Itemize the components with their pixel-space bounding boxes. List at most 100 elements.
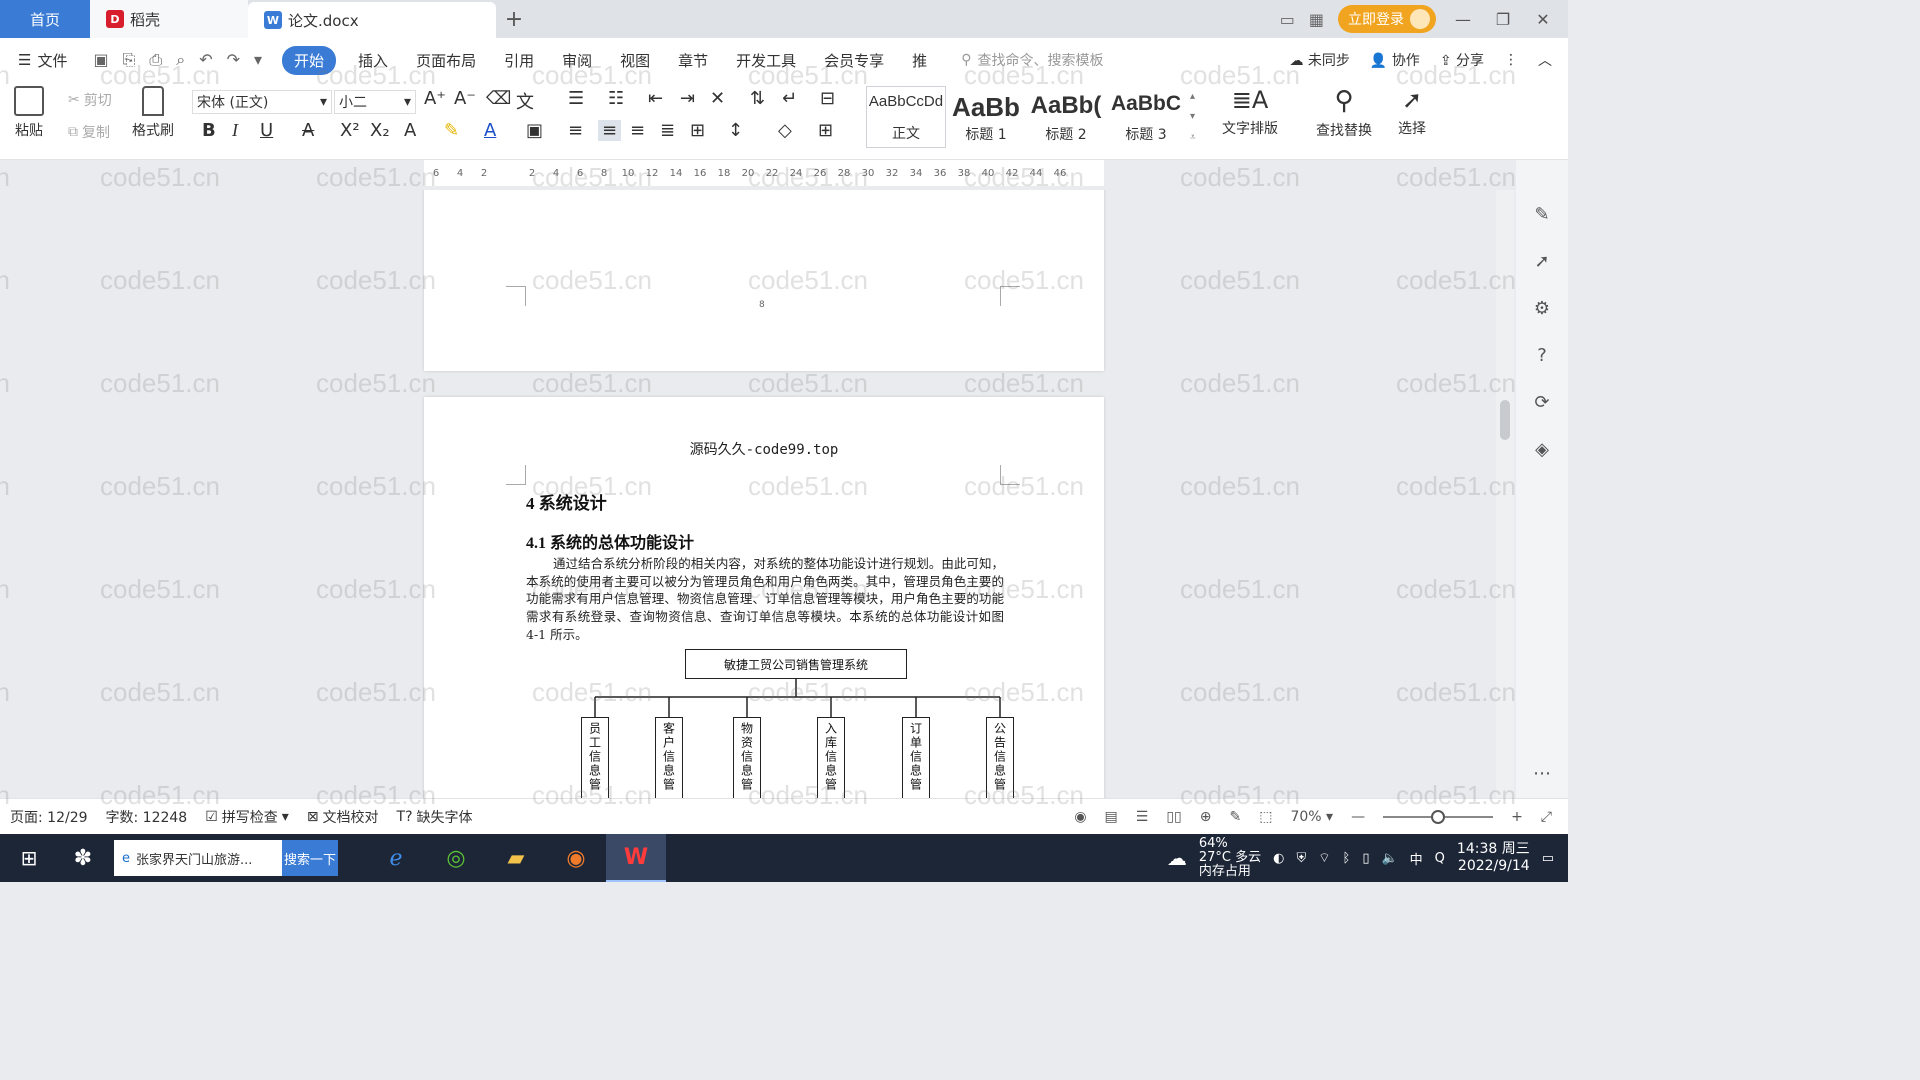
strikethrough-icon[interactable]: A: [302, 120, 314, 141]
pinwheel-icon[interactable]: ✽: [58, 834, 108, 882]
menu-page-layout[interactable]: 页面布局: [402, 50, 490, 71]
tray-app-icon[interactable]: ◐: [1273, 851, 1284, 866]
horizontal-ruler[interactable]: 6 4 2 2 4 6 8 10 12 14 16 18 20 22 24 26 28 30 32 34 36 38 40 4…: [424, 160, 1104, 186]
font-name-select[interactable]: 宋体 (正文) ▾: [192, 90, 332, 114]
more-dots-icon[interactable]: ⋯: [1533, 763, 1551, 784]
bluetooth-icon[interactable]: ᛒ: [1343, 851, 1351, 866]
login-button[interactable]: 立即登录: [1338, 5, 1436, 33]
word-count[interactable]: 字数: 12248: [106, 807, 188, 827]
format-painter-button[interactable]: 格式刷: [132, 86, 174, 140]
find-replace-button[interactable]: ⚲ 查找替换: [1316, 86, 1372, 140]
underline-icon[interactable]: U: [260, 120, 273, 141]
select-button[interactable]: ➚ 选择: [1398, 86, 1426, 138]
menu-file[interactable]: ☰ 文件: [0, 50, 81, 71]
share-button[interactable]: ⇪ 分享: [1440, 50, 1484, 70]
weather-widget[interactable]: 64% 27°C 多云 内存占用: [1199, 837, 1261, 879]
share-cloud-icon[interactable]: ◈: [1535, 439, 1549, 460]
export-icon[interactable]: ⎘: [123, 50, 136, 70]
text-effect-icon[interactable]: A: [404, 120, 416, 141]
style-scroll[interactable]: ▴ ▾ ⩡: [1186, 86, 1196, 148]
tab-document[interactable]: W 论文.docx: [248, 2, 496, 38]
pen-icon[interactable]: ✎: [1534, 204, 1549, 225]
taskbar-search[interactable]: e 张家界天门山旅游... 搜索一下: [114, 840, 338, 876]
reading-view-icon[interactable]: ▯▯: [1166, 809, 1181, 825]
ime-indicator[interactable]: 中: [1410, 849, 1423, 868]
vertical-scrollbar[interactable]: [1496, 190, 1514, 798]
distribute-icon[interactable]: ⊞: [690, 120, 705, 141]
justify-icon[interactable]: ≣: [660, 120, 675, 141]
save-icon[interactable]: ▣: [93, 50, 108, 70]
menu-references[interactable]: 引用: [490, 50, 548, 71]
wps-taskbar-icon[interactable]: W: [606, 834, 666, 882]
more-icon[interactable]: ⋮: [1504, 52, 1518, 68]
shrink-font-icon[interactable]: A⁻: [454, 88, 476, 109]
sync-button[interactable]: ☁ 未同步: [1289, 50, 1349, 70]
new-tab-button[interactable]: +: [496, 0, 532, 38]
highlight-icon[interactable]: ✎: [444, 120, 459, 141]
windows-start-icon[interactable]: ⊞: [0, 846, 58, 870]
collapse-ribbon-icon[interactable]: ︿: [1538, 50, 1552, 70]
fit-page-icon[interactable]: ⬚: [1259, 809, 1272, 825]
style-heading3[interactable]: AaBbC 标题 3: [1106, 86, 1186, 148]
undo-icon[interactable]: ↶: [199, 50, 212, 70]
ie-browser-icon[interactable]: ℯ: [366, 834, 426, 882]
page-view-icon[interactable]: ▤: [1105, 809, 1118, 825]
help-icon[interactable]: ?: [1537, 345, 1547, 366]
doc-proof-button[interactable]: ⊠ 文档校对: [307, 807, 379, 827]
print-preview-icon[interactable]: ⌕: [176, 50, 185, 70]
font-size-select[interactable]: 小二 ▾: [334, 90, 416, 114]
menu-review[interactable]: 审阅: [548, 50, 606, 71]
customize-icon[interactable]: ▾: [254, 50, 262, 70]
command-search[interactable]: ⚲ 查找命令、搜索模板: [961, 50, 1103, 70]
collab-button[interactable]: 👤 协作: [1370, 50, 1420, 70]
pinyin-icon[interactable]: 文: [516, 88, 534, 114]
notification-icon[interactable]: ▭: [1542, 851, 1554, 866]
align-left-icon[interactable]: ≡: [568, 120, 583, 141]
menu-developer[interactable]: 开发工具: [722, 50, 810, 71]
chinese-layout-icon[interactable]: ✕: [710, 88, 725, 109]
numbered-list-icon[interactable]: ☷: [608, 88, 624, 109]
write-view-icon[interactable]: ✎: [1229, 809, 1241, 825]
style-normal[interactable]: AaBbCcDd 正文: [866, 86, 946, 148]
menu-member[interactable]: 会员专享: [810, 50, 898, 71]
missing-font-button[interactable]: T? 缺失字体: [397, 807, 473, 827]
grow-font-icon[interactable]: A⁺: [424, 88, 446, 109]
style-heading2[interactable]: AaBb( 标题 2: [1026, 86, 1106, 148]
style-heading1[interactable]: AaBb 标题 1: [946, 86, 1026, 148]
zoom-select[interactable]: 70% ▾: [1290, 809, 1333, 825]
indent-icon[interactable]: ⇥: [680, 88, 695, 109]
menu-view[interactable]: 视图: [606, 50, 664, 71]
web-view-icon[interactable]: ⊕: [1200, 809, 1212, 825]
spell-check-button[interactable]: ☑ 拼写检查 ▾: [205, 807, 289, 827]
pointer-icon[interactable]: ➚: [1534, 251, 1549, 272]
bold-icon[interactable]: B: [202, 120, 216, 141]
outdent-icon[interactable]: ⇤: [648, 88, 663, 109]
paragraph-mark-icon[interactable]: ↵: [782, 88, 797, 109]
ruler-toggle-icon[interactable]: ⊟: [820, 88, 835, 109]
taskbar-search-input[interactable]: e 张家界天门山旅游...: [114, 840, 282, 876]
page-indicator[interactable]: 页面: 12/29: [10, 807, 88, 827]
backup-icon[interactable]: ⟳: [1534, 392, 1549, 413]
360-browser-icon[interactable]: ◎: [426, 834, 486, 882]
italic-icon[interactable]: I: [232, 120, 238, 141]
tab-daoke[interactable]: D 稻壳: [90, 0, 248, 38]
outline-view-icon[interactable]: ☰: [1136, 809, 1149, 825]
bullet-list-icon[interactable]: ☰: [568, 88, 584, 109]
close-icon[interactable]: ✕: [1530, 10, 1556, 29]
layout-icon[interactable]: ▭: [1280, 10, 1295, 29]
tab-home[interactable]: 首页: [0, 0, 90, 38]
file-explorer-icon[interactable]: ▰: [486, 834, 546, 882]
qq-icon[interactable]: Q: [1435, 851, 1445, 866]
minimize-icon[interactable]: —: [1450, 10, 1476, 29]
font-color-icon[interactable]: A: [484, 120, 496, 141]
subscript-icon[interactable]: X₂: [370, 120, 390, 141]
superscript-icon[interactable]: X²: [340, 120, 360, 141]
menu-recommend[interactable]: 推: [898, 50, 941, 71]
menu-home[interactable]: 开始: [282, 45, 337, 75]
align-center-icon[interactable]: ≡: [598, 120, 622, 141]
current-page[interactable]: 源码久久-code99.top 4 系统设计 4.1 系统的总体功能设计 通过结…: [424, 397, 1104, 798]
usb-icon[interactable]: ▯: [1362, 851, 1369, 866]
paste-button[interactable]: 粘贴: [14, 86, 44, 140]
settings-sliders-icon[interactable]: ⚙: [1534, 298, 1550, 319]
menu-section[interactable]: 章节: [664, 50, 722, 71]
